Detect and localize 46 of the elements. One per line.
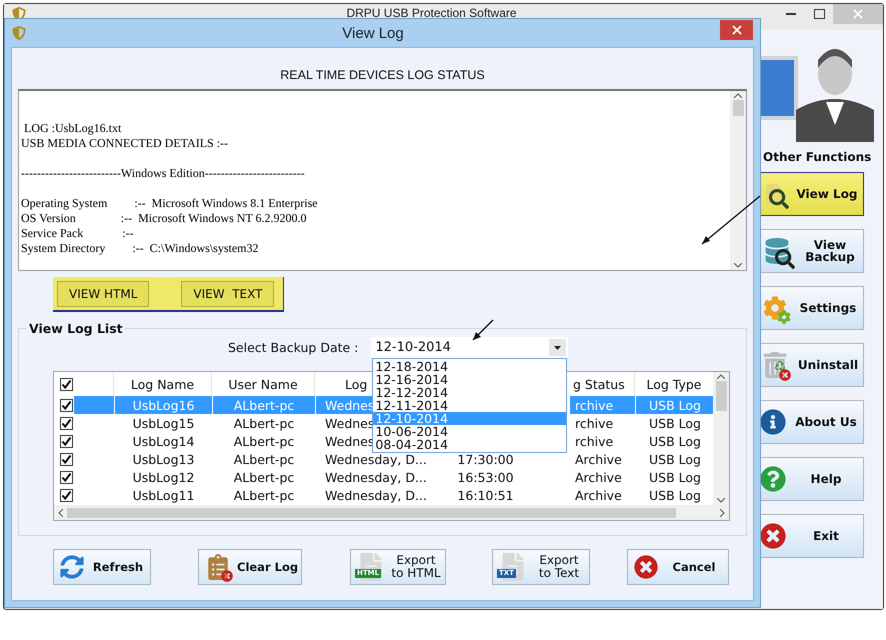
table-cell-text: Wednesday, D...	[324, 468, 427, 486]
date-label: Select Backup Date :	[228, 340, 358, 355]
table-cell-text: Wednesday, D...	[324, 450, 427, 468]
table-cell-text: Archive	[574, 468, 623, 486]
table-cell-text: UsbLog12	[132, 468, 196, 486]
table-cell-text: USB Log	[648, 450, 702, 468]
table-cell: UsbLog16	[114, 396, 212, 414]
table-cell-text: Wednes	[324, 414, 374, 432]
log-line: -------------------------Windows Edition-------------------------	[21, 165, 306, 181]
table-cell-text: Wednes	[324, 432, 374, 450]
table-cell-text: UsbLog13	[132, 450, 196, 468]
log-heading: REAL TIME DEVICES LOG STATUS	[280, 68, 485, 83]
group-title: Other Functions	[763, 150, 872, 164]
table-cell-text: 17:30:00	[456, 450, 515, 468]
table-cell-text: 16:10:51	[456, 486, 515, 504]
dialog-title: View Log	[341, 24, 405, 42]
table-cell: ALbert-pc	[212, 396, 315, 414]
log-line: Service Pack :--	[21, 226, 135, 241]
log-line: System Directory :-- C:\Windows\system32	[21, 241, 260, 256]
log-line: OS Version :-- Microsoft Windows NT 6.2.9200.0	[21, 211, 308, 226]
table-cell-text: UsbLog14	[132, 432, 196, 450]
log-line: Operating System :-- Microsoft Windows 8.1 Enterprise	[21, 195, 319, 211]
table-cell-text: UsbLog11	[132, 486, 196, 504]
table-cell-text: rchive	[574, 414, 614, 432]
group-title: View Log List	[27, 321, 125, 336]
table-cell-text: ALbert-pc	[232, 486, 296, 504]
table-cell-text: USB Log	[648, 432, 702, 450]
table-cell-text: rchive	[574, 432, 614, 450]
table-cell-text: ALbert-pc	[232, 450, 296, 468]
table-cell-text: Archive	[574, 486, 623, 504]
table-cell-text: ALbert-pc	[232, 432, 296, 450]
table-cell-text: USB Log	[648, 486, 702, 504]
table-cell-text: ALbert-pc	[232, 468, 296, 486]
log-line: USB MEDIA CONNECTED DETAILS :--	[21, 136, 230, 151]
window-title: DRPU USB Protection Software	[345, 7, 518, 20]
table-cell-text: 16:53:00	[456, 468, 515, 486]
table-cell-text: USB Log	[648, 414, 702, 432]
log-line: LOG :UsbLog16.txt	[23, 121, 122, 136]
table-cell: USB Log	[635, 396, 713, 414]
table-cell-text: USB Log	[648, 468, 702, 486]
table-cell-text: UsbLog15	[132, 414, 196, 432]
table-cell: Wednes	[315, 396, 374, 414]
table-cell-text: Wednesday, D...	[324, 486, 427, 504]
table-cell-text: ALbert-pc	[232, 414, 296, 432]
table-cell: rchive	[569, 396, 635, 414]
table-cell-text: Archive	[574, 450, 623, 468]
